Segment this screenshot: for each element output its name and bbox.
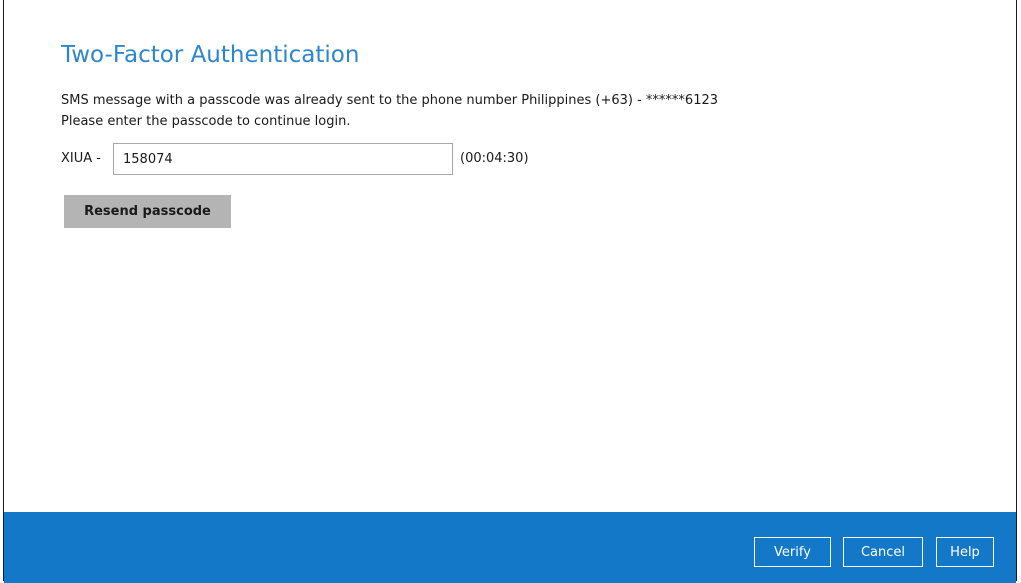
resend-passcode-button[interactable]: Resend passcode	[64, 195, 231, 228]
verify-button[interactable]: Verify	[754, 537, 831, 567]
countdown-timer: (00:04:30)	[460, 151, 529, 166]
passcode-prefix-label: XIUA -	[61, 151, 101, 166]
page-title: Two-Factor Authentication	[61, 42, 360, 68]
passcode-input[interactable]	[113, 143, 453, 175]
cancel-button[interactable]: Cancel	[843, 537, 923, 567]
sms-sent-message: SMS message with a passcode was already …	[61, 93, 719, 108]
two-factor-window: Two-Factor Authentication SMS message wi…	[0, 0, 1021, 583]
help-button[interactable]: Help	[936, 537, 994, 567]
enter-passcode-instruction: Please enter the passcode to continue lo…	[61, 114, 351, 129]
dialog-panel	[3, 0, 1017, 581]
